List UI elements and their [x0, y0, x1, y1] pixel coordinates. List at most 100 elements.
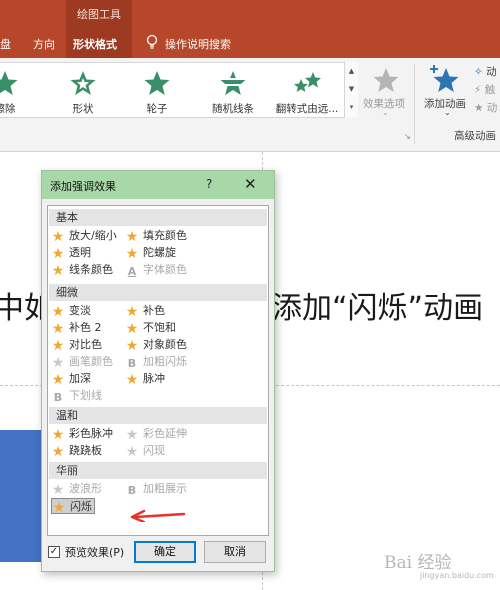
- effect-item[interactable]: ★ 填充颜色: [125, 228, 187, 245]
- effect-item[interactable]: B 下划线: [51, 388, 102, 404]
- effect-item[interactable]: ★ 放大/缩小: [51, 228, 117, 245]
- gallery-item-wheel[interactable]: 轮子: [122, 69, 192, 119]
- effect-item[interactable]: ★ 跷跷板: [51, 443, 102, 460]
- effect-item[interactable]: ★ 画笔颜色: [51, 354, 113, 371]
- effect-item[interactable]: B 加粗展示: [125, 481, 187, 497]
- scroll-down-icon[interactable]: ▼: [345, 80, 358, 98]
- gallery-item-random-bars[interactable]: 随机线条: [198, 69, 268, 119]
- effect-item[interactable]: ★ 波浪形: [51, 481, 102, 498]
- trigger-label[interactable]: ⚡ 触: [474, 82, 495, 97]
- scroll-up-icon[interactable]: ▲: [345, 62, 358, 80]
- effect-label: 透明: [69, 246, 91, 259]
- effect-item[interactable]: ★ 补色: [125, 303, 165, 320]
- star-icon: [0, 71, 18, 95]
- star-icon: ★: [51, 372, 65, 388]
- gallery-item-shape[interactable]: 形状: [48, 69, 118, 119]
- tab-partial[interactable]: 盘: [0, 36, 11, 52]
- star-icon: ★: [125, 229, 139, 245]
- star-icon: ★: [51, 355, 65, 371]
- effect-label: 不饱和: [143, 321, 176, 334]
- effect-label: 字体颜色: [143, 263, 187, 276]
- animation-pane-label[interactable]: ✧ 动: [474, 64, 497, 79]
- effect-category: 基本: [49, 209, 267, 226]
- effect-category: 温和: [49, 407, 267, 424]
- effect-label: 线条颜色: [69, 263, 113, 276]
- effect-options-icon[interactable]: [372, 66, 400, 94]
- close-icon[interactable]: ✕: [244, 175, 257, 193]
- effect-options-chevron-icon[interactable]: ⌄: [382, 108, 389, 117]
- effect-label: 闪现: [143, 444, 165, 457]
- star-icon: ★: [125, 321, 139, 337]
- gallery-scroll[interactable]: ▲ ▼ ▾: [344, 62, 358, 118]
- effect-item[interactable]: ★ 线条颜色: [51, 262, 113, 279]
- effect-item[interactable]: ★ 对象颜色: [125, 337, 187, 354]
- effect-label: 脉冲: [143, 372, 165, 385]
- star-icon: ★: [51, 263, 65, 279]
- gallery-item-grow-turn[interactable]: 翻转式由远...: [272, 69, 342, 119]
- effect-item[interactable]: ★ 彩色延伸: [125, 426, 187, 443]
- effect-item[interactable]: ★ 彩色脉冲: [51, 426, 113, 443]
- effect-label: 变淡: [69, 304, 91, 317]
- painter-icon: ★: [474, 102, 484, 114]
- effect-item[interactable]: A 字体颜色: [125, 262, 187, 278]
- effect-item[interactable]: ★ 加深: [51, 371, 91, 388]
- text-effect-icon: A: [127, 265, 137, 278]
- star-icon: ★: [125, 372, 139, 388]
- help-icon[interactable]: ?: [206, 177, 212, 191]
- star-icon: ★: [51, 427, 65, 443]
- star-icon: ★: [125, 444, 139, 460]
- text-effect-icon: B: [127, 357, 137, 370]
- trigger-icon: ⚡: [474, 84, 482, 96]
- star-icon: ★: [51, 229, 65, 245]
- tab-direction[interactable]: 方向: [33, 36, 55, 52]
- text-effect-icon: B: [53, 391, 63, 404]
- star-icon: ★: [51, 482, 65, 498]
- gallery-item-wipe[interactable]: 擦除: [0, 69, 40, 119]
- add-animation-chevron-icon[interactable]: ⌄: [444, 108, 451, 117]
- cancel-button[interactable]: 取消: [204, 541, 266, 563]
- add-animation-icon[interactable]: [428, 64, 462, 94]
- animation-painter-label[interactable]: ★ 动: [474, 100, 497, 115]
- effect-label: 加深: [69, 372, 91, 385]
- effect-item[interactable]: ★ 透明: [51, 245, 91, 262]
- effect-label: 放大/缩小: [69, 229, 117, 242]
- preview-checkbox-label[interactable]: 预览效果(P): [65, 544, 124, 560]
- star-icon: ★: [125, 338, 139, 354]
- effect-label: 彩色延伸: [143, 427, 187, 440]
- dialog-launcher-icon[interactable]: ↘: [404, 132, 411, 141]
- ribbon-body: 擦除 形状 轮子 随机线条 翻转式由远... ▲ ▼ ▾ 效果选项 ⌄ ↘ 添加…: [0, 58, 500, 152]
- advanced-animation-group-label: 高级动画: [454, 130, 496, 142]
- effect-label: 对象颜色: [143, 338, 187, 351]
- star-icon: ★: [125, 304, 139, 320]
- effect-label: 彩色脉冲: [69, 427, 113, 440]
- effect-item[interactable]: ★ 补色 2: [51, 320, 102, 337]
- multi-star-icon: [294, 72, 321, 92]
- ok-button[interactable]: 确定: [134, 541, 196, 563]
- effect-label: 补色: [143, 304, 165, 317]
- effect-item[interactable]: ★ 对比色: [51, 337, 102, 354]
- watermark-url: jingyan.baidu.com: [420, 571, 494, 580]
- effect-item[interactable]: ★ 闪现: [125, 443, 165, 460]
- effect-item[interactable]: B 加粗闪烁: [125, 354, 187, 370]
- text-effect-icon: B: [127, 484, 137, 497]
- tell-me-search[interactable]: 操作说明搜索: [165, 36, 231, 52]
- tab-shape-format[interactable]: 形状格式: [73, 36, 117, 52]
- slide-shape[interactable]: [0, 430, 44, 562]
- animation-pane-icon: ✧: [474, 66, 483, 78]
- gallery-more-icon[interactable]: ▾: [345, 98, 358, 116]
- star-icon: ★: [51, 321, 65, 337]
- effect-list[interactable]: 基本 ★ 放大/缩小 ★ 填充颜色 ★ 透明 ★ 陀螺旋 ★ 线条颜色 A 字体颜色 细微 ★ 变淡 ★ 补色 ★ 补…: [47, 205, 269, 536]
- star-icon: [144, 71, 170, 95]
- preview-checkbox[interactable]: ✓: [48, 546, 60, 558]
- slide-text-right[interactable]: 添加“闪烁”动画: [272, 283, 483, 327]
- effect-label: 加粗闪烁: [143, 355, 187, 368]
- effect-item[interactable]: ★ 变淡: [51, 303, 91, 320]
- effect-item[interactable]: ★ 陀螺旋: [125, 245, 176, 262]
- lightbulb-icon: [146, 34, 158, 49]
- effect-label: 陀螺旋: [143, 246, 176, 259]
- effect-item[interactable]: ★ 闪烁: [51, 498, 95, 516]
- effect-item[interactable]: ★ 不饱和: [125, 320, 176, 337]
- effect-category: 细微: [49, 284, 267, 301]
- effect-item[interactable]: ★ 脉冲: [125, 371, 165, 388]
- effect-label: 闪烁: [70, 500, 92, 513]
